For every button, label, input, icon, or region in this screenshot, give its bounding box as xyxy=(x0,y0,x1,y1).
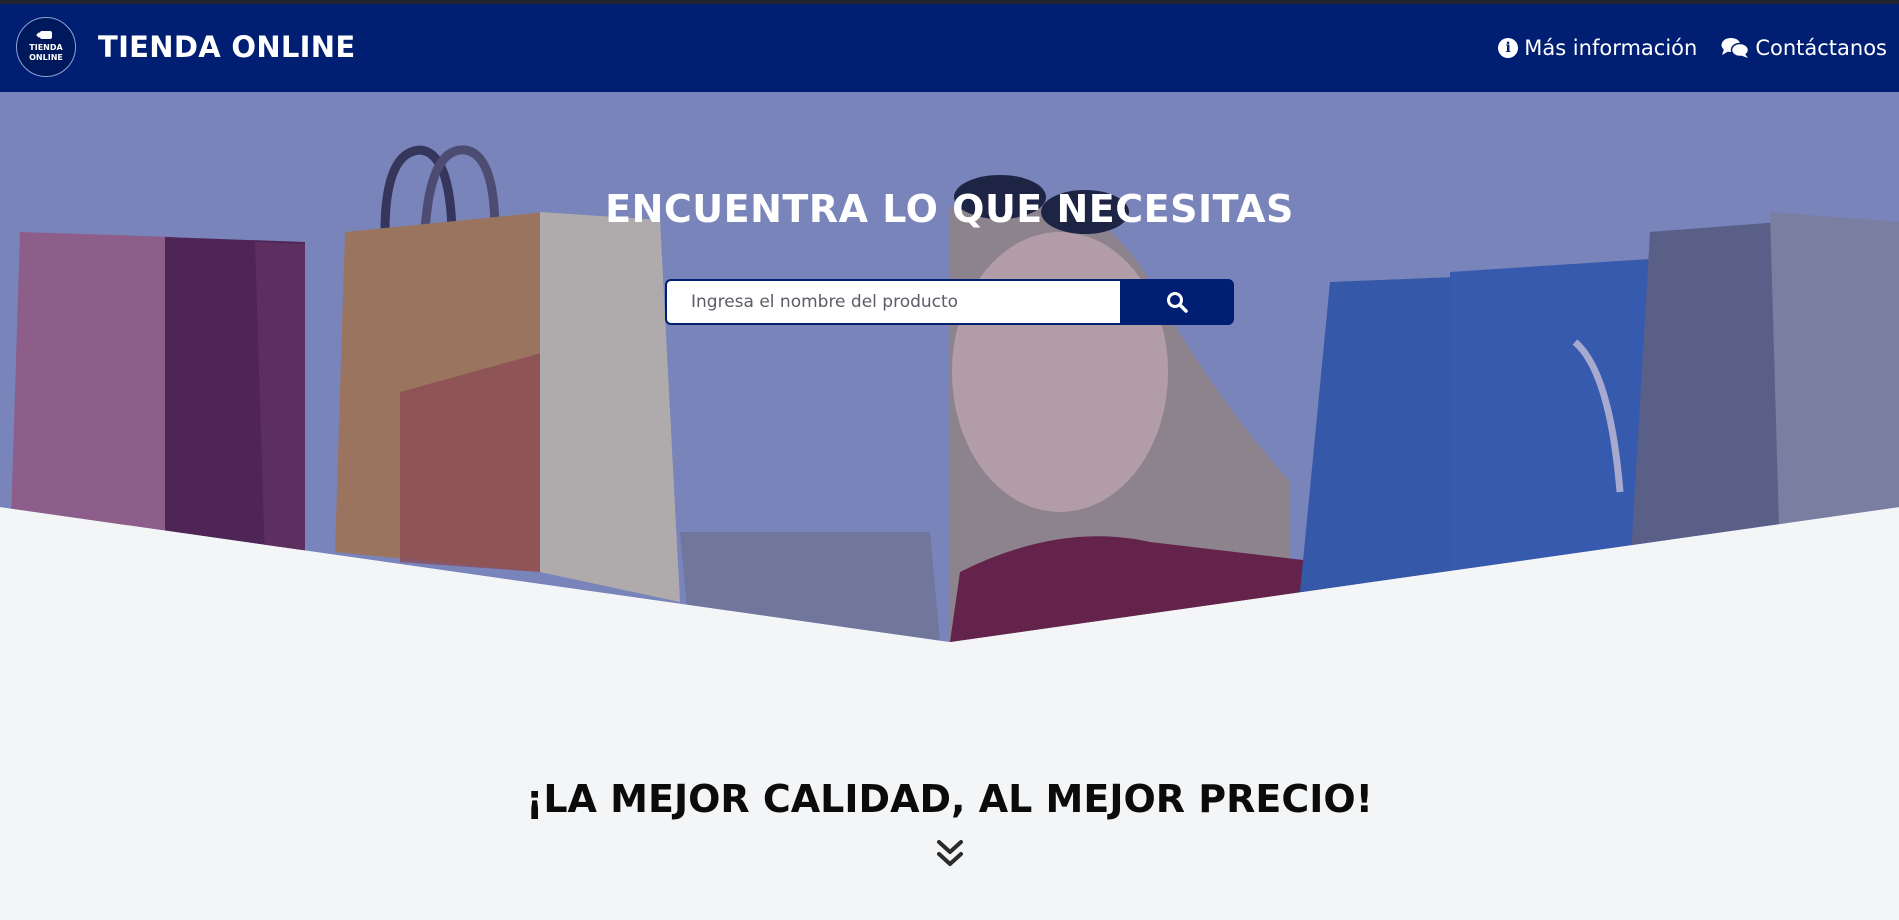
double-chevron-down-icon xyxy=(937,840,963,866)
contact-label: Contáctanos xyxy=(1755,36,1887,60)
tag-icon xyxy=(40,31,52,39)
tagline-heading: ¡LA MEJOR CALIDAD, AL MEJOR PRECIO! xyxy=(526,776,1373,821)
hero-title: ENCUENTRA LO QUE NECESITAS xyxy=(605,187,1294,232)
comments-icon xyxy=(1721,38,1750,58)
more-info-label: Más información xyxy=(1524,36,1698,60)
scroll-down-button[interactable] xyxy=(935,838,965,870)
search-icon xyxy=(1167,292,1188,313)
hero-overlay xyxy=(0,92,1899,642)
brand-name[interactable]: TIENDA ONLINE xyxy=(98,30,355,64)
logo[interactable]: TIENDA ONLINE xyxy=(16,17,76,77)
more-info-link[interactable]: i Más información xyxy=(1498,36,1697,60)
logo-text-line1: TIENDA xyxy=(29,43,63,52)
nav-links: i Más información Contáctanos xyxy=(1498,4,1887,92)
info-circle-icon: i xyxy=(1498,38,1519,58)
product-search-input[interactable] xyxy=(665,279,1120,325)
search-button[interactable] xyxy=(1120,279,1234,325)
hero-banner: ENCUENTRA LO QUE NECESITAS xyxy=(0,92,1899,642)
search-form xyxy=(665,279,1234,325)
contact-link[interactable]: Contáctanos xyxy=(1721,36,1887,60)
navbar: TIENDA ONLINE TIENDA ONLINE i Más inform… xyxy=(0,4,1899,92)
logo-text-line2: ONLINE xyxy=(29,53,63,62)
